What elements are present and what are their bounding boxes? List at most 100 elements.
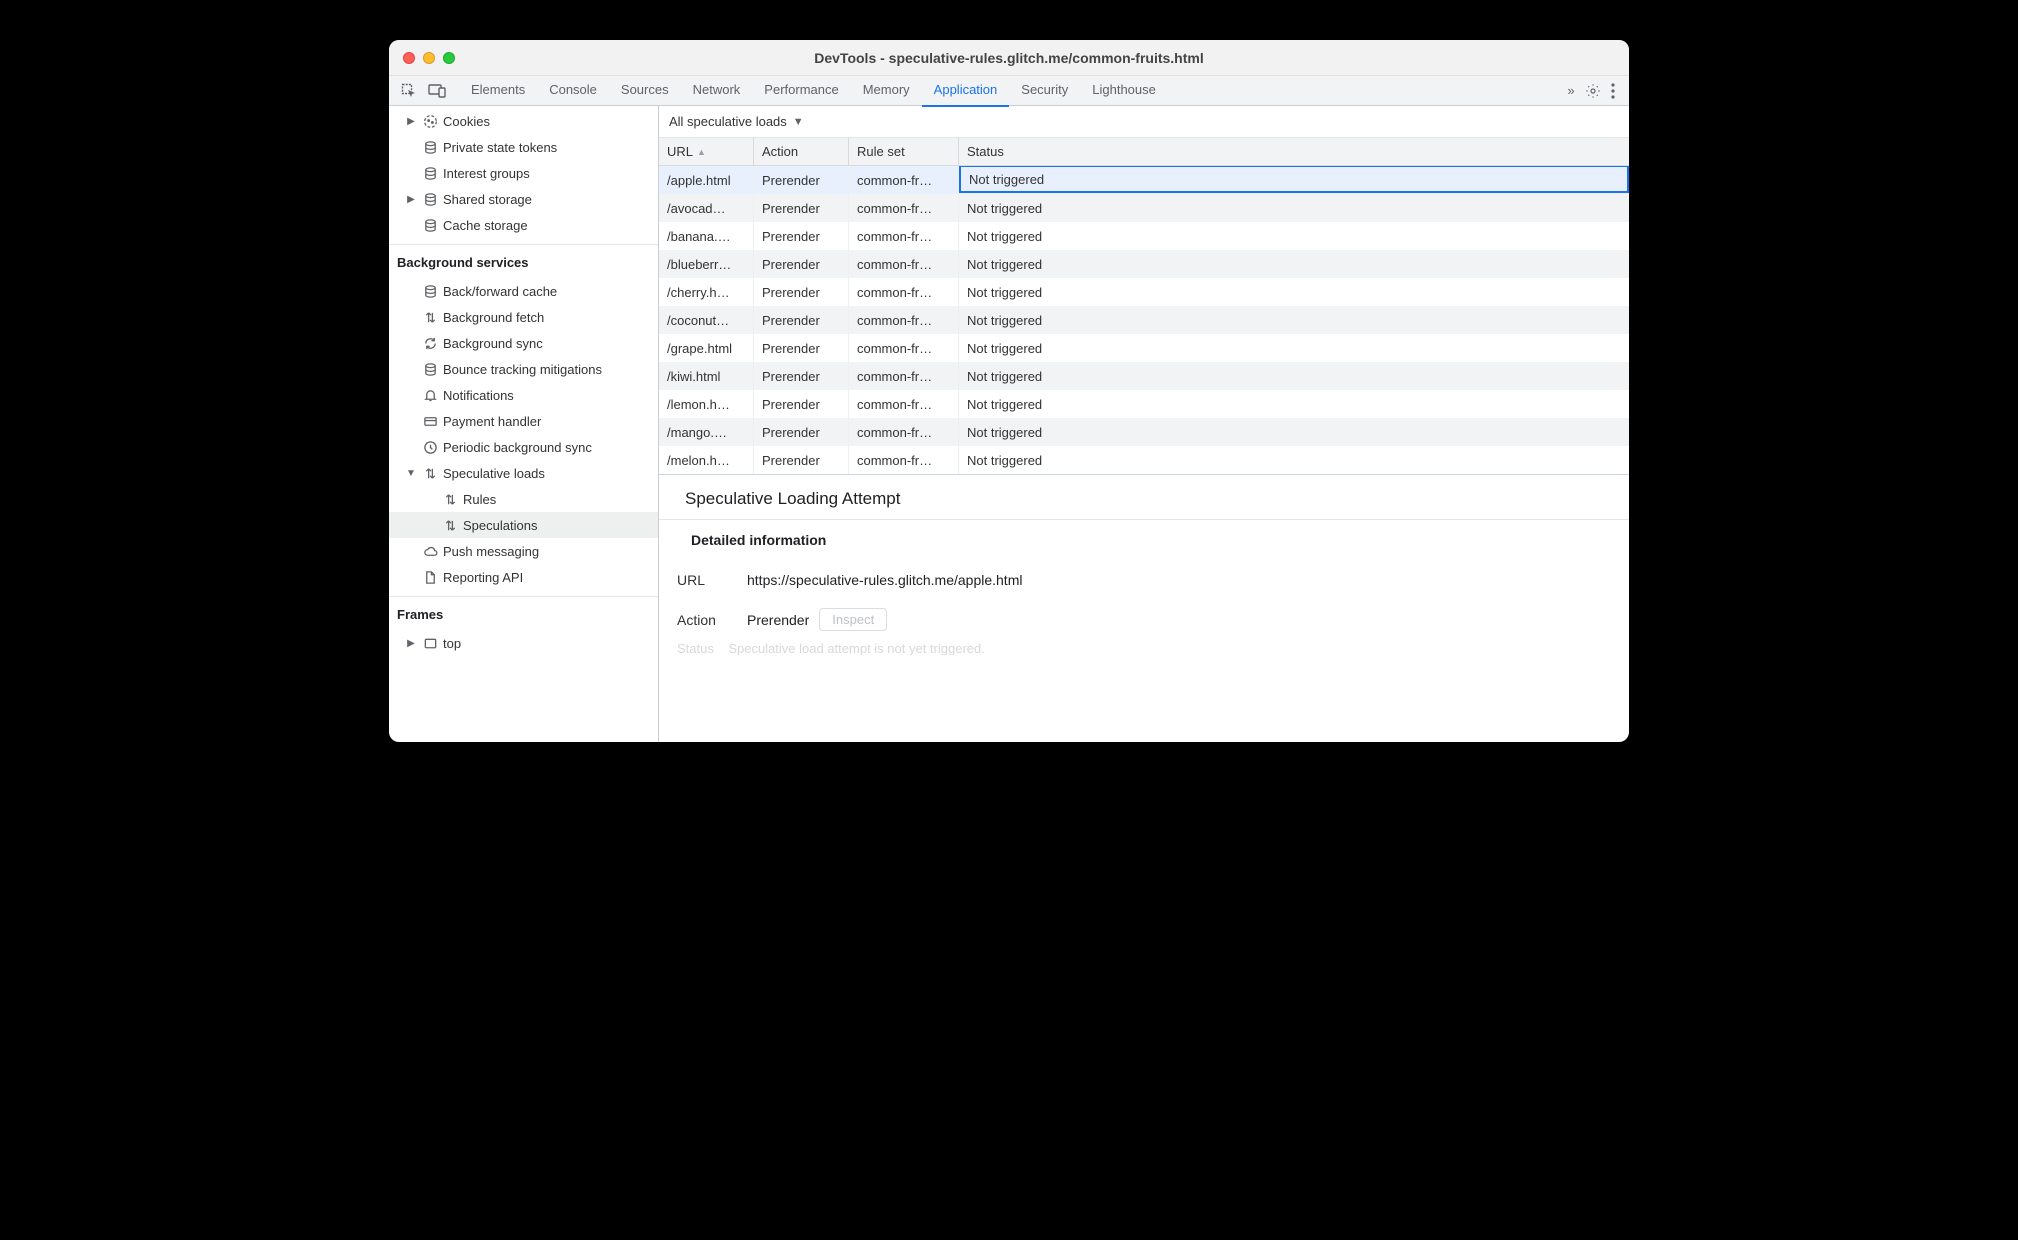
sidebar-item-shared-storage[interactable]: ▶ Shared storage [389,186,658,212]
cell-action: Prerender [754,334,849,362]
sidebar-item-payment-handler[interactable]: Payment handler [389,408,658,434]
sidebar-item-cookies[interactable]: ▶Cookies [389,108,658,134]
tab-performance[interactable]: Performance [752,75,850,107]
table-row[interactable]: /mango.…Prerendercommon-fr…Not triggered [659,418,1629,446]
tab-lighthouse[interactable]: Lighthouse [1080,75,1168,107]
cell-url: /mango.… [659,418,754,446]
detail-label-action: Action [677,612,747,628]
table-row[interactable]: /avocad…Prerendercommon-fr…Not triggered [659,194,1629,222]
cookie-icon [421,114,439,129]
cell-status: Not triggered [959,194,1629,222]
bell-icon [421,388,439,403]
chevron-right-icon[interactable]: ▶ [405,638,417,649]
sidebar-section-storage: ▶Cookies Private state tokens Interest gro… [389,106,658,238]
chevron-right-icon[interactable]: ▶ [405,116,417,127]
table-row[interactable]: /coconut…Prerendercommon-fr…Not triggere… [659,306,1629,334]
filter-bar[interactable]: All speculative loads ▼ [659,106,1629,138]
chevron-down-icon[interactable]: ▼ [405,468,417,479]
window-title: DevTools - speculative-rules.glitch.me/c… [389,50,1629,66]
cell-url: /kiwi.html [659,362,754,390]
sidebar-item-notifications[interactable]: Notifications [389,382,658,408]
table-row[interactable]: /grape.htmlPrerendercommon-fr…Not trigge… [659,334,1629,362]
cell-action: Prerender [754,418,849,446]
cell-url: /apple.html [659,166,754,194]
tab-security[interactable]: Security [1009,75,1080,107]
detail-title: Speculative Loading Attempt [659,475,1629,520]
vswap-icon [421,466,439,481]
tab-memory[interactable]: Memory [851,75,922,107]
sidebar-item-label: Bounce tracking mitigations [443,362,602,377]
db-icon [421,284,439,299]
tab-application[interactable]: Application [922,75,1010,107]
inspect-button[interactable]: Inspect [819,608,887,631]
sidebar-item-reporting-api[interactable]: Reporting API [389,564,658,590]
maximize-icon[interactable] [443,52,455,64]
tabs-overflow-icon[interactable]: » [1557,83,1585,98]
col-status[interactable]: Status [959,138,1629,165]
minimize-icon[interactable] [423,52,435,64]
cell-ruleset: common-fr… [849,334,959,362]
titlebar: DevTools - speculative-rules.glitch.me/c… [389,40,1629,76]
kebab-menu-icon[interactable] [1611,83,1615,99]
file-icon [421,570,439,585]
col-ruleset[interactable]: Rule set [849,138,959,165]
tab-sources[interactable]: Sources [609,75,681,107]
cell-ruleset: common-fr… [849,446,959,474]
speculations-table: URL▲ Action Rule set Status /apple.htmlP… [659,138,1629,475]
cell-ruleset: common-fr… [849,390,959,418]
cell-status: Not triggered [959,166,1629,193]
cell-ruleset: common-fr… [849,222,959,250]
close-icon[interactable] [403,52,415,64]
cell-status: Not triggered [959,390,1629,418]
table-body: /apple.htmlPrerendercommon-fr…Not trigge… [659,166,1629,474]
db-icon [421,192,439,207]
sidebar-item-speculations[interactable]: Speculations [389,512,658,538]
table-row[interactable]: /apple.htmlPrerendercommon-fr…Not trigge… [659,166,1629,194]
cell-action: Prerender [754,166,849,194]
cell-ruleset: common-fr… [849,278,959,306]
cell-action: Prerender [754,446,849,474]
table-row[interactable]: /lemon.h…Prerendercommon-fr…Not triggere… [659,390,1629,418]
sidebar-item-periodic-background-sync[interactable]: Periodic background sync [389,434,658,460]
col-action[interactable]: Action [754,138,849,165]
sidebar-item-speculative-loads[interactable]: ▼ Speculative loads [389,460,658,486]
cell-action: Prerender [754,194,849,222]
col-url[interactable]: URL▲ [659,138,754,165]
sidebar-item-bounce-tracking-mitigations[interactable]: Bounce tracking mitigations [389,356,658,382]
application-sidebar: ▶Cookies Private state tokens Interest gro… [389,106,659,742]
table-row[interactable]: /kiwi.htmlPrerendercommon-fr…Not trigger… [659,362,1629,390]
sidebar-item-cache-storage[interactable]: Cache storage [389,212,658,238]
settings-icon[interactable] [1585,83,1601,99]
chevron-right-icon[interactable]: ▶ [405,194,417,205]
sidebar-item-label: Speculations [463,518,537,533]
table-row[interactable]: /cherry.h…Prerendercommon-fr…Not trigger… [659,278,1629,306]
sidebar-item-push-messaging[interactable]: Push messaging [389,538,658,564]
detail-label-status: Status [677,641,714,655]
sidebar-item-private-state-tokens[interactable]: Private state tokens [389,134,658,160]
tab-elements[interactable]: Elements [459,75,537,107]
sidebar-item-label: Payment handler [443,414,541,429]
table-row[interactable]: /banana.…Prerendercommon-fr…Not triggere… [659,222,1629,250]
sidebar-item-label: Private state tokens [443,140,557,155]
tab-network[interactable]: Network [681,75,753,107]
sidebar-item-label: Shared storage [443,192,532,207]
sidebar-item-top[interactable]: ▶ top [389,630,658,656]
clock-icon [421,440,439,455]
sidebar-item-background-fetch[interactable]: Background fetch [389,304,658,330]
sidebar-item-label: Speculative loads [443,466,545,481]
sidebar-item-rules[interactable]: Rules [389,486,658,512]
sidebar-item-interest-groups[interactable]: Interest groups [389,160,658,186]
device-toggle-icon[interactable] [423,84,451,98]
sidebar-item-label: Cache storage [443,218,528,233]
table-row[interactable]: /blueberr…Prerendercommon-fr…Not trigger… [659,250,1629,278]
table-row[interactable]: /melon.h…Prerendercommon-fr…Not triggere… [659,446,1629,474]
cell-ruleset: common-fr… [849,166,959,194]
sidebar-item-label: Periodic background sync [443,440,592,455]
tab-console[interactable]: Console [537,75,609,107]
sidebar-section-background: Back/forward cacheBackground fetchBackgr… [389,276,658,590]
cell-status: Not triggered [959,222,1629,250]
sidebar-item-background-sync[interactable]: Background sync [389,330,658,356]
inspect-element-icon[interactable] [395,83,423,99]
sidebar-item-label: top [443,636,461,651]
sidebar-item-back-forward-cache[interactable]: Back/forward cache [389,278,658,304]
